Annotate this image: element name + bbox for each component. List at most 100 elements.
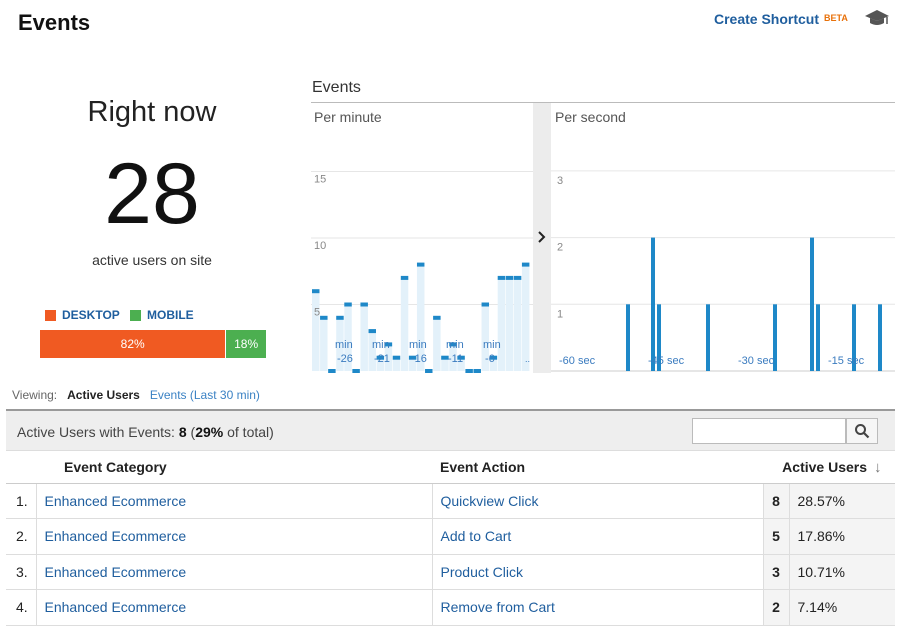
per-minute-bar-cap [481, 302, 490, 307]
active-users-count: 28 [104, 146, 200, 242]
search-icon [855, 424, 870, 439]
summary-count: 8 [178, 424, 187, 440]
per-minute-bar-cap [513, 275, 522, 280]
device-split-bar: 82% 18% [40, 330, 266, 358]
summary-prefix: Active Users with Events: [17, 424, 175, 440]
y-tick-label: 3 [557, 175, 563, 187]
summary-text: Active Users with Events: 8 (29% of tota… [17, 424, 274, 440]
per-second-chart: Per second 3 2 1 -60 sec -45 sec -30 sec -15 s… [551, 109, 895, 372]
event-action-link[interactable]: Quickview Click [441, 493, 539, 509]
per-minute-bar-cap [360, 302, 368, 307]
beta-badge: BETA [824, 13, 848, 23]
summary-suffix: of total) [227, 424, 274, 440]
per-minute-bar-cap [392, 355, 401, 360]
per-minute-bar-cap [400, 275, 409, 280]
per-minute-bar [360, 304, 368, 371]
event-action-link[interactable]: Product Click [441, 564, 523, 580]
desktop-share: 82% [40, 330, 226, 358]
per-second-bar [706, 304, 710, 371]
active-users-pct: 17.86% [788, 518, 895, 555]
y-tick-label: 5 [314, 307, 320, 319]
create-shortcut-link[interactable]: Create Shortcut [714, 11, 819, 27]
mobile-swatch [130, 309, 141, 321]
graduation-cap-icon[interactable] [864, 8, 890, 28]
event-category-link[interactable]: Enhanced Ecommerce [45, 599, 187, 615]
x-tick-label: -21 [374, 353, 390, 365]
table-row: 4. Enhanced Ecommerce Remove from Cart 2… [6, 589, 895, 626]
per-minute-bar-cap [416, 262, 425, 267]
row-index: 4. [6, 589, 36, 626]
per-minute-bar-cap [320, 315, 328, 320]
x-tick-label: -6 [485, 353, 495, 365]
search-input[interactable] [692, 418, 846, 444]
search-button[interactable] [846, 418, 878, 444]
desktop-swatch [45, 309, 56, 321]
active-users-count: 3 [762, 554, 789, 590]
per-minute-bar-cap [473, 369, 481, 373]
per-minute-bar-cap [425, 369, 433, 373]
x-tick-label: -11 [448, 353, 463, 365]
x-tick-unit: min [483, 339, 501, 351]
active-users-subtitle: active users on site [92, 252, 212, 268]
per-minute-bar [497, 277, 506, 371]
per-minute-bar [505, 277, 514, 371]
per-minute-bar-cap [344, 302, 352, 307]
x-tick-unit: min [446, 339, 464, 351]
summary-pct: 29% [195, 424, 224, 440]
per-second-title: Per second [555, 109, 626, 125]
per-minute-bar-cap [505, 275, 514, 280]
x-tick-ellipsis: .. [525, 354, 530, 364]
header-event-category[interactable]: Event Category [36, 451, 432, 484]
active-users-pct: 10.71% [788, 554, 895, 590]
legend-mobile-label: MOBILE [147, 308, 194, 322]
per-second-bar [810, 237, 814, 371]
events-charts: Per minute 15 10 5 min -26 min -21 min -16 min -11… [311, 103, 895, 373]
summary-bar: Active Users with Events: 8 (29% of tota… [6, 409, 895, 451]
legend-desktop: DESKTOP [45, 308, 120, 322]
event-action-link[interactable]: Remove from Cart [441, 599, 555, 615]
per-minute-bar [400, 277, 409, 371]
event-category-link[interactable]: Enhanced Ecommerce [45, 564, 187, 580]
tab-active-users[interactable]: Active Users [67, 388, 140, 402]
active-users-pct: 7.14% [788, 589, 895, 626]
per-second-bar [816, 304, 820, 371]
table-row: 3. Enhanced Ecommerce Product Click 3 10… [6, 554, 895, 590]
per-minute-bar-cap [328, 369, 336, 373]
per-minute-bar [320, 317, 328, 371]
x-tick-label: -16 [411, 353, 427, 365]
per-second-bar [626, 304, 630, 371]
legend-desktop-label: DESKTOP [62, 308, 120, 322]
page-title: Events [18, 10, 91, 35]
active-users-count: 8 [762, 483, 789, 519]
per-minute-bar [513, 277, 522, 371]
per-minute-bar-cap [497, 275, 506, 280]
events-table: Event Category Event Action Active Users… [6, 451, 895, 626]
active-users-count: 2 [762, 589, 789, 626]
x-tick-label: -15 sec [828, 355, 865, 367]
per-minute-title: Per minute [314, 109, 382, 125]
table-header-row: Event Category Event Action Active Users [6, 451, 895, 484]
event-category-link[interactable]: Enhanced Ecommerce [45, 493, 187, 509]
event-action-link[interactable]: Add to Cart [441, 528, 512, 544]
row-index: 1. [6, 483, 36, 519]
tab-events-last-30-min[interactable]: Events (Last 30 min) [150, 388, 260, 402]
per-minute-chart: Per minute 15 10 5 min -26 min -21 min -16 min -11… [311, 109, 533, 373]
right-now-title: Right now [87, 96, 217, 128]
y-tick-label: 2 [557, 242, 563, 254]
per-minute-bar-cap [368, 329, 376, 334]
sort-descending-icon[interactable]: ↓ [874, 459, 882, 476]
event-category-link[interactable]: Enhanced Ecommerce [45, 528, 187, 544]
row-index: 2. [6, 518, 36, 555]
per-minute-bar-cap [352, 369, 360, 373]
table-row: 1. Enhanced Ecommerce Quickview Click 8 … [6, 483, 895, 519]
y-tick-label: 15 [314, 174, 326, 186]
x-tick-label: -30 sec [738, 355, 775, 367]
per-second-bar [651, 237, 655, 371]
x-tick-label: -45 sec [648, 355, 685, 367]
y-tick-label: 10 [314, 240, 326, 252]
y-tick-label: 1 [557, 308, 563, 320]
table-row: 2. Enhanced Ecommerce Add to Cart 5 17.8… [6, 518, 895, 555]
per-minute-bar [433, 317, 441, 371]
header-event-action[interactable]: Event Action [432, 451, 763, 484]
per-minute-bar-cap [465, 369, 473, 373]
